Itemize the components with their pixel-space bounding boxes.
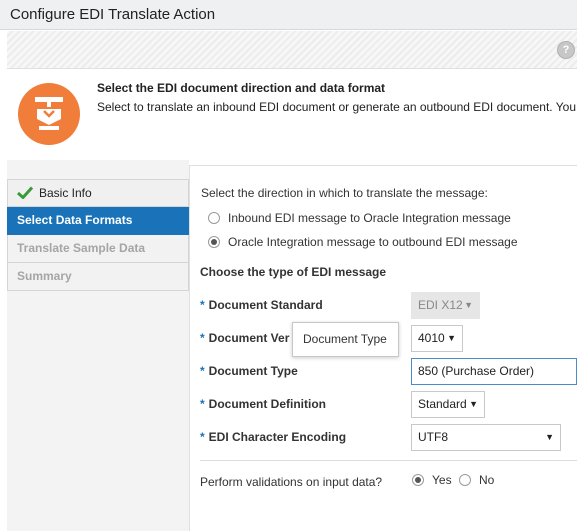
document-definition-select[interactable]: Standard ▼ <box>411 391 485 418</box>
select-value: UTF8 <box>418 430 448 444</box>
section-divider <box>200 460 577 461</box>
document-standard-label: * Document Standard <box>200 298 323 312</box>
radio-inbound-label[interactable]: Inbound EDI message to Oracle Integratio… <box>228 211 511 225</box>
help-icon[interactable]: ? <box>557 41 575 59</box>
select-value: Standard <box>418 397 467 411</box>
radio-outbound-label[interactable]: Oracle Integration message to outbound E… <box>228 235 518 249</box>
radio-inbound[interactable] <box>208 212 220 224</box>
page-header: Select the EDI document direction and da… <box>7 68 577 160</box>
document-version-label: * Document Ver <box>200 331 289 345</box>
field-label: EDI Character Encoding <box>208 430 347 444</box>
character-encoding-select[interactable]: UTF8 ▼ <box>411 424 561 451</box>
document-definition-label: * Document Definition <box>200 397 326 411</box>
direction-prompt: Select the direction in which to transla… <box>201 186 488 200</box>
step-label: Select Data Formats <box>17 213 133 227</box>
select-value: 4010 <box>418 331 445 345</box>
document-standard-select: EDI X12 ▼ <box>411 292 480 319</box>
step-label: Basic Info <box>39 186 92 200</box>
chevron-down-icon: ▼ <box>545 432 554 442</box>
character-encoding-label: * EDI Character Encoding <box>200 430 346 444</box>
radio-validate-no-label[interactable]: No <box>479 473 494 487</box>
radio-validate-no[interactable] <box>459 474 471 486</box>
header-description: Select to translate an inbound EDI docum… <box>97 100 576 114</box>
field-label: Document Ver <box>208 331 290 345</box>
required-marker: * <box>200 364 205 378</box>
validation-question: Perform validations on input data? <box>200 475 383 489</box>
radio-outbound[interactable] <box>208 236 220 248</box>
check-icon <box>16 182 34 209</box>
step-summary[interactable]: Summary <box>7 263 189 291</box>
left-margin <box>0 160 7 531</box>
radio-validate-yes[interactable] <box>412 474 424 486</box>
required-marker: * <box>200 397 205 411</box>
edi-translate-icon <box>18 83 80 145</box>
select-value: EDI X12 <box>418 298 463 312</box>
steps-navigation: Basic Info Select Data Formats Translate… <box>7 179 189 291</box>
step-translate-sample-data[interactable]: Translate Sample Data <box>7 235 189 263</box>
document-version-select[interactable]: 4010 ▼ <box>411 325 463 352</box>
document-type-label: * Document Type <box>200 364 298 378</box>
step-basic-info[interactable]: Basic Info <box>7 179 189 207</box>
chevron-down-icon: ▼ <box>469 399 478 409</box>
required-marker: * <box>200 298 205 312</box>
dialog-titlebar: Configure EDI Translate Action <box>0 0 577 30</box>
field-label: Document Standard <box>208 298 323 312</box>
radio-validate-yes-label[interactable]: Yes <box>432 473 452 487</box>
message-type-heading: Choose the type of EDI message <box>200 265 387 279</box>
chevron-down-icon: ▼ <box>447 333 456 343</box>
dialog-title: Configure EDI Translate Action <box>10 6 216 23</box>
field-label: Document Definition <box>208 397 326 411</box>
step-label: Translate Sample Data <box>17 241 146 255</box>
document-type-field[interactable]: 850 (Purchase Order) <box>411 358 577 385</box>
tooltip: Document Type <box>292 322 399 357</box>
header-title: Select the EDI document direction and da… <box>97 81 386 95</box>
chevron-down-icon: ▼ <box>464 300 473 310</box>
field-label: Document Type <box>208 364 298 378</box>
dialog-toolbar: ? <box>7 31 577 68</box>
required-marker: * <box>200 331 205 345</box>
step-label: Summary <box>17 269 72 283</box>
step-select-data-formats[interactable]: Select Data Formats <box>7 207 189 235</box>
required-marker: * <box>200 430 205 444</box>
